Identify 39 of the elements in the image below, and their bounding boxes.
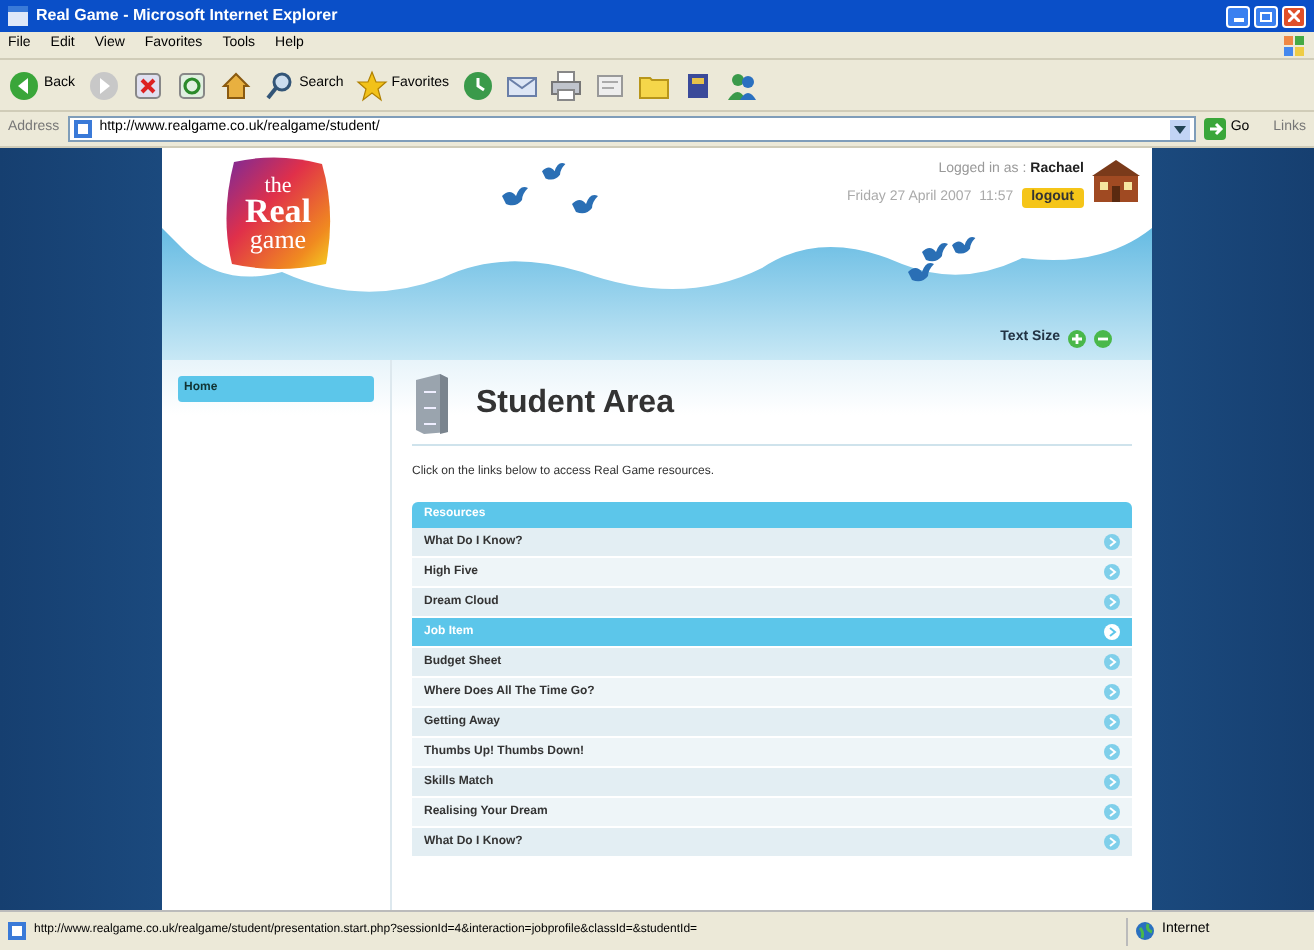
globe-icon [1136, 922, 1154, 940]
people-icon[interactable] [725, 69, 758, 101]
go-arrow-icon [1204, 118, 1227, 140]
printer-icon[interactable] [549, 69, 582, 101]
stop-icon[interactable] [131, 69, 164, 101]
arrow-circle-icon [1104, 804, 1120, 820]
minus-icon[interactable] [1094, 329, 1112, 348]
document-icon[interactable] [593, 69, 626, 101]
arrow-circle-icon [1104, 714, 1120, 730]
plus-icon[interactable] [1068, 329, 1086, 348]
logo-text: game [249, 227, 307, 251]
arrow-circle-icon [1104, 564, 1120, 580]
page-icon [73, 120, 92, 138]
search-icon[interactable] [263, 69, 296, 101]
page-title: Student Area [476, 384, 674, 424]
home-icon[interactable] [219, 69, 252, 101]
minimize-button[interactable] [1226, 5, 1250, 27]
arrow-circle-icon [1104, 774, 1120, 790]
logo-text: the [264, 177, 292, 197]
arrow-circle-icon [1104, 624, 1120, 640]
browser-page-icon [8, 6, 28, 26]
arrow-circle-icon [1104, 654, 1120, 670]
arrow-circle-icon [1104, 594, 1120, 610]
logo-background [222, 156, 334, 272]
close-button[interactable] [1282, 5, 1306, 27]
page-icon [8, 922, 26, 940]
arrow-circle-icon [1104, 744, 1120, 760]
schoolhouse-icon [1088, 156, 1144, 204]
dropdown-arrow-icon[interactable] [1170, 119, 1191, 139]
filing-cabinet-icon [412, 372, 452, 436]
windows-logo-icon [1282, 33, 1306, 57]
arrow-circle-icon [1104, 534, 1120, 550]
arrow-circle-icon [1104, 684, 1120, 700]
star-icon[interactable] [355, 69, 388, 101]
arrow-circle-icon [1104, 834, 1120, 850]
logo-text: Real [244, 196, 312, 228]
close-icon [1288, 10, 1300, 22]
maximize-button[interactable] [1254, 5, 1278, 27]
window-title: Real Game - Microsoft Internet Explorer [36, 4, 338, 28]
